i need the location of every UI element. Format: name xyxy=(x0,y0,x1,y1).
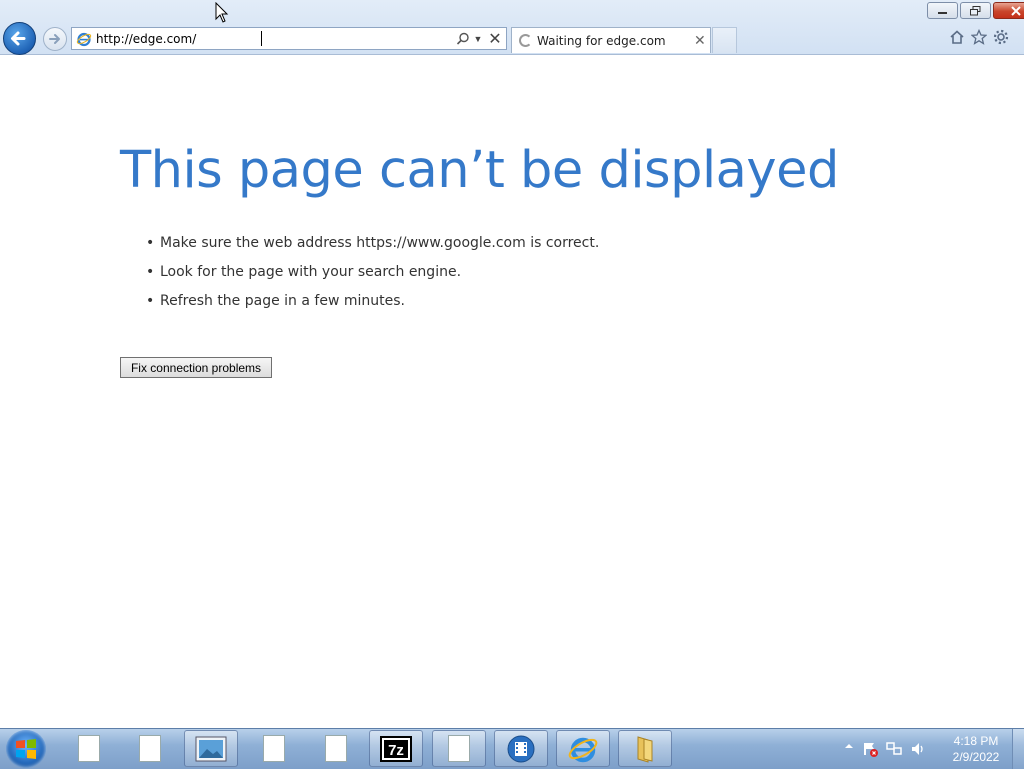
show-desktop-button[interactable] xyxy=(1012,729,1024,769)
back-arrow-icon xyxy=(11,31,26,46)
clock-date[interactable]: 2/9/2022 xyxy=(948,750,1004,764)
start-button[interactable] xyxy=(6,730,46,768)
tab-title: Waiting for edge.com xyxy=(537,34,666,48)
tip-text: Make sure the web address https://www.go… xyxy=(160,235,600,251)
new-tab-button[interactable] xyxy=(712,27,737,53)
chevron-down-icon[interactable]: ▼ xyxy=(472,30,484,48)
volume-icon[interactable] xyxy=(910,741,926,760)
tab-close-icon[interactable]: ✕ xyxy=(694,32,706,49)
taskbar-7zip[interactable]: 7z xyxy=(369,730,423,767)
document-icon xyxy=(78,735,100,762)
troubleshooting-list: • Make sure the web address https://www.g… xyxy=(146,235,599,322)
network-icon[interactable] xyxy=(886,741,902,760)
back-button[interactable] xyxy=(3,22,36,55)
forward-button[interactable] xyxy=(43,27,67,51)
stop-icon[interactable]: ✕ xyxy=(487,30,503,48)
bullet-icon: • xyxy=(146,293,155,309)
text-caret xyxy=(261,31,262,46)
tray-icons xyxy=(844,741,926,760)
minimize-icon xyxy=(937,11,947,14)
error-heading: This page can’t be displayed xyxy=(120,141,839,200)
close-button[interactable] xyxy=(993,2,1024,19)
folder-icon xyxy=(637,735,653,763)
address-input[interactable] xyxy=(96,30,436,47)
list-item: • Refresh the page in a few minutes. xyxy=(146,293,599,322)
taskbar: 7z 4:18 PM 2/9/2022 xyxy=(0,728,1024,769)
taskbar-document-4[interactable] xyxy=(309,730,363,767)
document-icon xyxy=(325,735,347,762)
action-center-warning-icon[interactable] xyxy=(862,741,878,760)
taskbar-document-1[interactable] xyxy=(62,730,116,767)
minimize-button[interactable] xyxy=(927,2,958,19)
taskbar-photo-viewer[interactable] xyxy=(184,730,238,767)
taskbar-media-player[interactable] xyxy=(494,730,548,767)
windows-logo-icon xyxy=(16,739,36,759)
mouse-cursor-icon xyxy=(215,2,229,23)
page-content: This page can’t be displayed • Make sure … xyxy=(0,55,1024,728)
7zip-icon: 7z xyxy=(380,735,412,762)
document-icon xyxy=(263,735,285,762)
taskbar-document-5[interactable] xyxy=(432,730,486,767)
tip-text: Look for the page with your search engin… xyxy=(160,264,462,280)
window-controls xyxy=(925,2,1024,20)
media-player-icon xyxy=(507,735,535,762)
document-icon xyxy=(448,735,470,762)
taskbar-file-explorer[interactable] xyxy=(618,730,672,767)
restore-button[interactable] xyxy=(960,2,991,19)
restore-icon xyxy=(969,5,980,15)
list-item: • Make sure the web address https://www.g… xyxy=(146,235,599,264)
toolbar-icons xyxy=(948,28,1010,46)
ie-favicon-icon xyxy=(76,32,92,47)
svg-text:7z: 7z xyxy=(388,742,404,759)
loading-spinner-icon xyxy=(519,34,532,47)
taskbar-document-3[interactable] xyxy=(247,730,301,767)
bullet-icon: • xyxy=(146,264,155,280)
photo-viewer-icon xyxy=(195,736,227,761)
system-tray: 4:18 PM 2/9/2022 xyxy=(840,729,1024,769)
list-item: • Look for the page with your search engi… xyxy=(146,264,599,293)
close-icon xyxy=(1011,5,1021,16)
taskbar-document-2[interactable] xyxy=(123,730,177,767)
internet-explorer-icon xyxy=(568,737,598,762)
clock-time[interactable]: 4:18 PM xyxy=(952,734,1000,748)
address-bar[interactable]: ▼ ✕ xyxy=(71,27,507,50)
tab-edge[interactable]: Waiting for edge.com ✕ xyxy=(511,27,711,53)
favorites-star-icon[interactable] xyxy=(970,28,988,46)
bullet-icon: • xyxy=(146,235,155,251)
show-hidden-icons-icon[interactable] xyxy=(844,741,854,760)
forward-arrow-icon xyxy=(49,34,60,44)
search-icon[interactable] xyxy=(455,30,471,48)
home-icon[interactable] xyxy=(948,28,966,46)
taskbar-internet-explorer[interactable] xyxy=(556,730,610,767)
browser-chrome: ▼ ✕ Waiting for edge.com ✕ xyxy=(0,0,1024,55)
document-icon xyxy=(139,735,161,762)
gear-icon[interactable] xyxy=(992,28,1010,46)
fix-connection-button[interactable]: Fix connection problems xyxy=(120,357,272,378)
tip-text: Refresh the page in a few minutes. xyxy=(160,293,405,309)
